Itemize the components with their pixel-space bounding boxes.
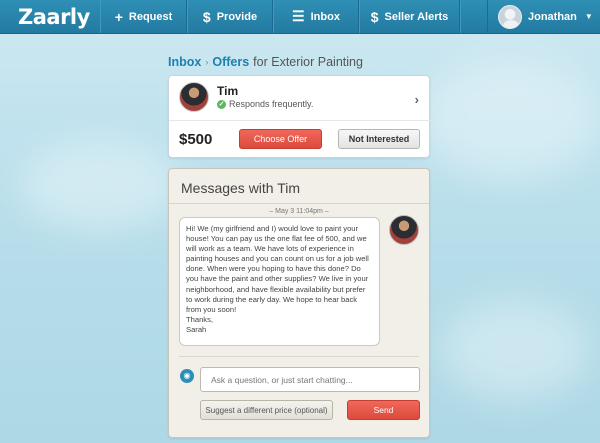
choose-offer-button[interactable]: Choose Offer [239,129,322,149]
sender-avatar [389,215,419,245]
dollar-icon: $ [370,8,379,25]
background-cloud [20,140,180,230]
not-interested-button[interactable]: Not Interested [338,129,420,149]
breadcrumb-offers-link[interactable]: Offers [212,55,249,69]
nav-inbox[interactable]: ☰ Inbox [273,0,359,33]
nav-provide[interactable]: $ Provide [187,0,273,33]
user-menu[interactable]: Jonathan ▼ [487,0,600,33]
breadcrumb: Inbox › Offers for Exterior Painting [168,55,363,69]
nav-request[interactable]: + Request [100,0,187,33]
responds-text: Responds frequently. [229,99,314,109]
provider-row[interactable]: Tim ✓ Responds frequently. › [169,76,431,121]
responds-status: ✓ Responds frequently. [217,99,313,109]
divider [179,356,419,357]
nav-request-label: Request [128,10,173,23]
background-cloud [440,300,590,400]
dollar-icon: $ [202,8,211,25]
chevron-right-icon[interactable]: › [415,92,419,107]
caret-down-icon: ▼ [584,12,593,21]
plus-icon: + [114,8,123,25]
offer-price: $500 [179,131,213,148]
camera-icon[interactable]: ◉ [180,369,194,383]
nav-seller-alerts-label: Seller Alerts [384,10,449,23]
check-circle-icon: ✓ [217,99,226,109]
chat-input[interactable] [200,367,420,392]
provider-avatar [179,82,209,112]
send-button[interactable]: Send [347,400,420,420]
message-date-stamp: – May 3 11:04pm – [269,208,329,215]
breadcrumb-context: for Exterior Painting [253,55,363,69]
list-icon: ☰ [292,8,305,24]
user-avatar [498,4,522,29]
offer-card: Tim ✓ Responds frequently. › $500 Choose… [168,75,431,158]
nav-inbox-label: Inbox [310,10,340,23]
message-date-text: May 3 11:04pm [275,208,323,215]
nav-provide-label: Provide [216,10,258,23]
messages-panel: Messages with Tim – May 3 11:04pm – Hi! … [168,168,430,438]
breadcrumb-inbox-link[interactable]: Inbox [168,55,201,69]
messages-title: Messages with Tim [181,180,301,196]
user-name: Jonathan [528,10,577,23]
top-navbar: Zaarly + Request $ Provide ☰ Inbox $ Sel… [0,0,600,34]
nav-seller-alerts[interactable]: $ Seller Alerts [359,0,460,33]
provider-name: Tim [217,84,239,98]
background-cloud [420,60,600,180]
breadcrumb-separator-icon: › [205,57,209,67]
divider [169,203,429,204]
logo-text: Zaarly [18,4,90,29]
zaarly-logo[interactable]: Zaarly [0,0,100,33]
suggest-price-button[interactable]: Suggest a different price (optional) [200,400,333,420]
message-bubble: Hi! We (my girlfriend and I) would love … [179,217,380,346]
nav-spacer [460,0,487,33]
